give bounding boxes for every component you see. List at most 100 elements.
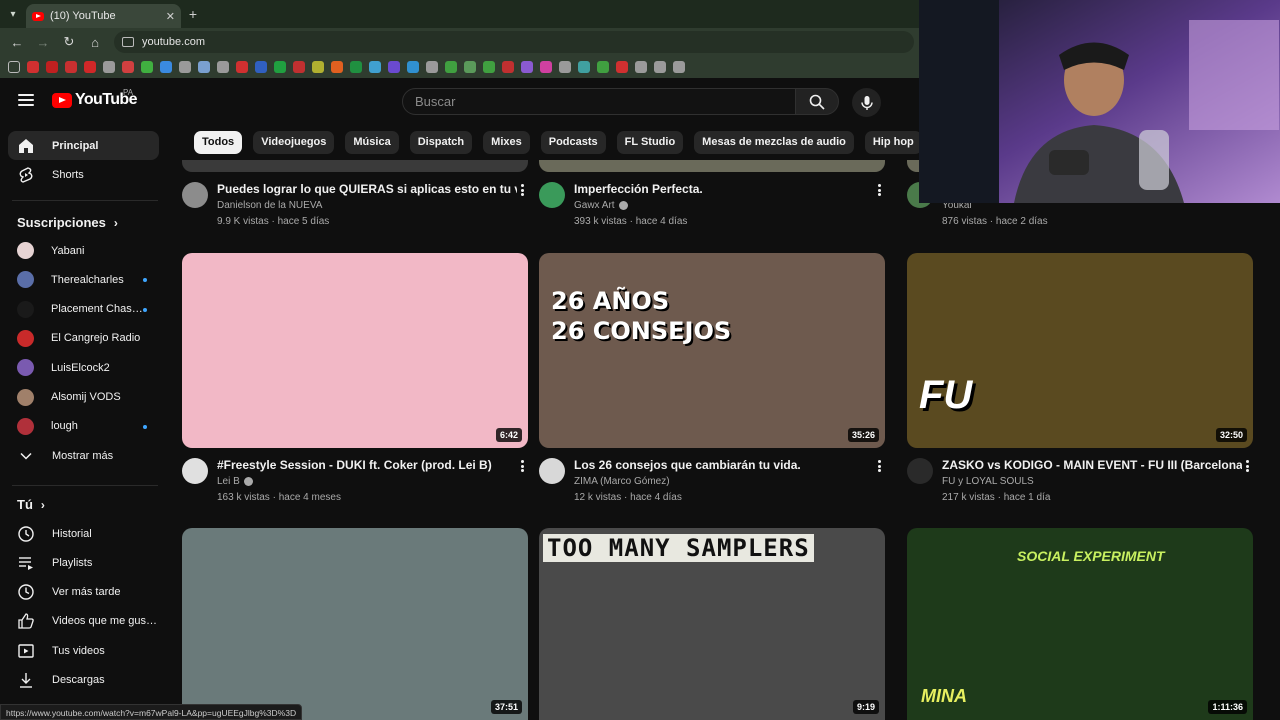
bookmark-icon[interactable] (483, 61, 495, 73)
bookmark-icon[interactable] (616, 61, 628, 73)
sidebar-item[interactable]: Shorts (8, 160, 159, 189)
more-actions-icon[interactable] (873, 182, 885, 198)
bookmark-icon[interactable] (445, 61, 457, 73)
channel-name[interactable]: Gawx Art (574, 200, 628, 211)
video-title[interactable]: #Freestyle Session - DUKI ft. Coker (pro… (217, 458, 517, 472)
close-tab-icon[interactable]: ✕ (166, 10, 175, 23)
channel-avatar[interactable] (182, 182, 208, 208)
channel-avatar[interactable] (539, 458, 565, 484)
video-card[interactable]: 26 AÑOS 26 CONSEJOS 35:26 Los 26 consejos q… (539, 253, 885, 508)
url-bar[interactable]: youtube.com (114, 31, 914, 53)
video-card[interactable]: 37:51 (182, 528, 528, 720)
reload-button[interactable]: ↻ (58, 31, 80, 53)
bookmark-icon[interactable] (350, 61, 362, 73)
filter-chip[interactable]: Podcasts (540, 130, 606, 154)
video-title[interactable]: Imperfección Perfecta. (574, 182, 874, 196)
subscription-item[interactable]: Placement Chas… (8, 295, 159, 324)
bookmark-icon[interactable] (217, 61, 229, 73)
video-thumbnail[interactable]: 37:51 (182, 528, 528, 720)
video-title[interactable]: Puedes lograr lo que QUIERAS si aplicas … (217, 182, 517, 196)
channel-name[interactable]: Lei B (217, 476, 253, 487)
filter-chip[interactable]: Mesas de mezclas de audio (694, 130, 854, 154)
bookmark-icon[interactable] (179, 61, 191, 73)
bookmark-icon[interactable] (236, 61, 248, 73)
bookmark-icon[interactable] (46, 61, 58, 73)
sidebar-item[interactable]: Ver más tarde (8, 578, 159, 607)
subscription-item[interactable]: Therealcharles (8, 265, 159, 294)
tab-search-button[interactable]: ▾ (0, 0, 26, 28)
sidebar-item[interactable]: Descargas (8, 666, 159, 695)
site-info-icon[interactable] (122, 37, 134, 47)
video-thumbnail[interactable]: 26 AÑOS 26 CONSEJOS 35:26 (539, 253, 885, 448)
sidebar-item[interactable]: Principal (8, 131, 159, 160)
video-title[interactable]: ZASKO vs KODIGO - MAIN EVENT - FU III (B… (942, 458, 1242, 472)
bookmark-icon[interactable] (388, 61, 400, 73)
bookmark-icon[interactable] (559, 61, 571, 73)
forward-button[interactable]: → (32, 31, 54, 53)
filter-chip[interactable]: Dispatch (409, 130, 473, 154)
bookmark-icon[interactable] (160, 61, 172, 73)
bookmark-icon[interactable] (312, 61, 324, 73)
subscription-item[interactable]: LuisElcock2 (8, 353, 159, 382)
bookmark-icon[interactable] (198, 61, 210, 73)
sidebar-item[interactable]: Tus videos (8, 636, 159, 665)
filter-chip[interactable]: Todos (194, 130, 243, 154)
bookmark-icon[interactable] (122, 61, 134, 73)
video-card[interactable]: Puedes lograr lo que QUIERAS si aplicas … (182, 152, 528, 232)
channel-avatar[interactable] (539, 182, 565, 208)
new-tab-button[interactable]: + (181, 6, 205, 22)
channel-name[interactable]: Danielson de la NUEVA (217, 200, 322, 211)
bookmark-icon[interactable] (540, 61, 552, 73)
home-button[interactable]: ⌂ (84, 31, 106, 53)
video-thumbnail[interactable]: 6:42 (182, 253, 528, 448)
bookmark-icon[interactable] (293, 61, 305, 73)
video-thumbnail[interactable]: SOCIAL EXPERIMENT MINA 1:11:36 (907, 528, 1253, 720)
bookmark-icon[interactable] (84, 61, 96, 73)
subscription-item[interactable]: El Cangrejo Radio (8, 324, 159, 353)
more-actions-icon[interactable] (873, 458, 885, 474)
bookmark-icon[interactable] (27, 61, 39, 73)
more-actions-icon[interactable] (516, 182, 528, 198)
bookmark-icon[interactable] (426, 61, 438, 73)
filter-chip[interactable]: Hip hop (864, 130, 922, 154)
filter-chip[interactable]: Mixes (483, 130, 530, 154)
bookmark-icon[interactable] (654, 61, 666, 73)
video-card[interactable]: 6:42 #Freestyle Session - DUKI ft. Coker … (182, 253, 528, 508)
video-title[interactable]: Los 26 consejos que cambiarán tu vida. (574, 458, 874, 472)
guide-menu-icon[interactable] (18, 94, 34, 106)
video-card[interactable]: Imperfección Perfecta. Gawx Art 393 k vist… (539, 152, 885, 232)
apps-grid-icon[interactable] (8, 61, 20, 73)
you-heading[interactable]: Tú › (17, 497, 45, 512)
bookmark-icon[interactable] (502, 61, 514, 73)
bookmark-icon[interactable] (274, 61, 286, 73)
subscription-item[interactable]: Yabani (8, 236, 159, 265)
sidebar-item[interactable]: Videos que me gus… (8, 607, 159, 636)
video-card[interactable]: FU 32:50 ZASKO vs KODIGO - MAIN EVENT - FU… (907, 253, 1253, 508)
channel-avatar[interactable] (182, 458, 208, 484)
filter-chip[interactable]: FL Studio (616, 130, 684, 154)
bookmark-icon[interactable] (521, 61, 533, 73)
search-button[interactable] (795, 88, 839, 115)
subscriptions-heading[interactable]: Suscripciones › (17, 215, 118, 230)
bookmark-icon[interactable] (255, 61, 267, 73)
more-actions-icon[interactable] (516, 458, 528, 474)
channel-name[interactable]: ZIMA (Marco Gómez) (574, 476, 670, 487)
bookmark-icon[interactable] (464, 61, 476, 73)
bookmark-icon[interactable] (673, 61, 685, 73)
bookmark-icon[interactable] (597, 61, 609, 73)
sidebar-item[interactable]: Mostrar más (8, 441, 159, 470)
video-card[interactable]: TOO MANY SAMPLERS 9:19 (539, 528, 885, 720)
browser-tab-youtube[interactable]: (10) YouTube ✕ (26, 4, 181, 28)
bookmark-icon[interactable] (578, 61, 590, 73)
bookmark-icon[interactable] (65, 61, 77, 73)
video-thumbnail[interactable]: TOO MANY SAMPLERS 9:19 (539, 528, 885, 720)
sidebar-item[interactable]: Historial (8, 519, 159, 548)
bookmark-icon[interactable] (369, 61, 381, 73)
bookmark-icon[interactable] (331, 61, 343, 73)
bookmark-icon[interactable] (635, 61, 647, 73)
subscription-item[interactable]: Alsomij VODS (8, 383, 159, 412)
sidebar-item[interactable]: Playlists (8, 548, 159, 577)
subscription-item[interactable]: lough (8, 412, 159, 441)
voice-search-button[interactable] (852, 88, 881, 117)
search-input[interactable] (402, 88, 796, 115)
